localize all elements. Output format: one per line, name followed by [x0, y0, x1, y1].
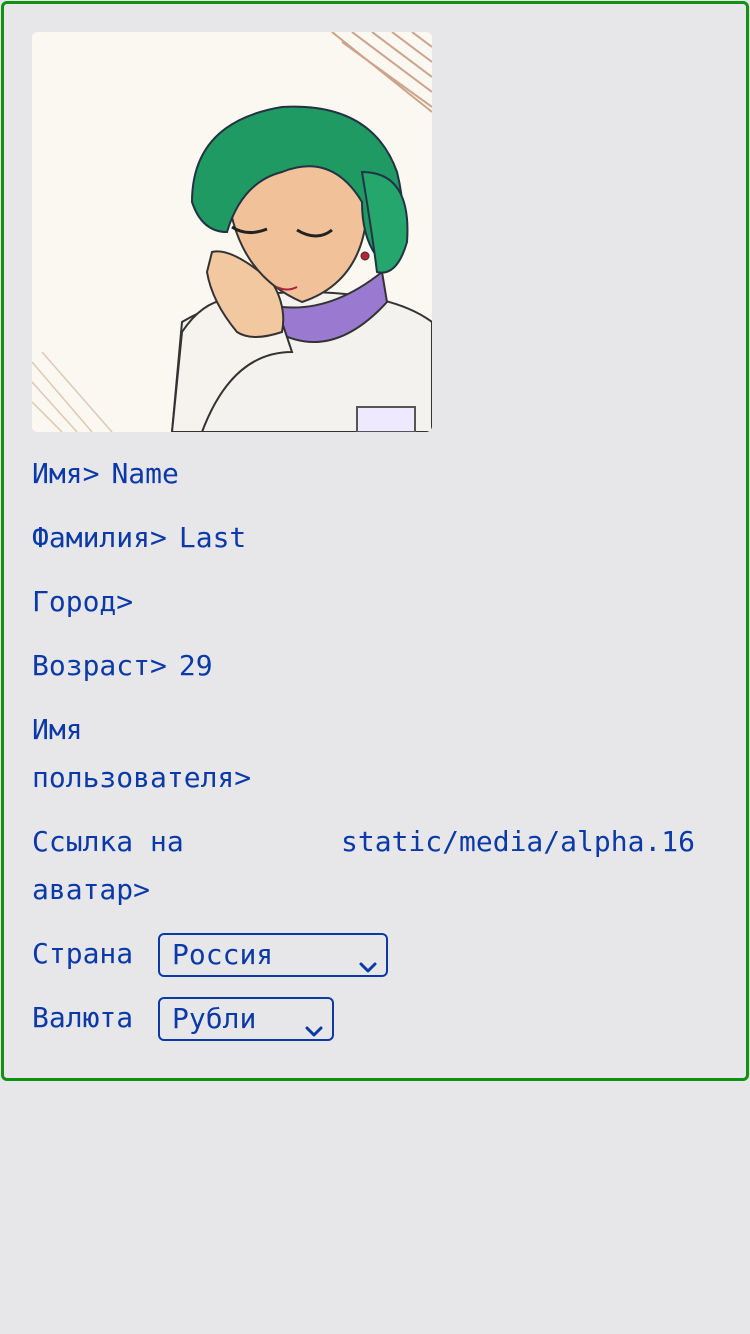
currency-label: Валюта — [32, 1001, 134, 1034]
chevron-down-icon — [304, 1011, 324, 1051]
currency-selected-value: Рубли — [172, 1002, 257, 1035]
first-name-row: Имя> Name — [32, 450, 179, 498]
country-row: Страна Россия — [32, 930, 389, 978]
first-name-label: Имя> — [32, 457, 100, 490]
age-row: Возраст> 29 — [32, 642, 213, 690]
avatar — [32, 32, 432, 432]
chevron-down-icon — [358, 947, 378, 987]
username-row: Имя пользователя> — [32, 706, 282, 802]
currency-select[interactable]: Рубли — [158, 997, 335, 1041]
last-name-label: Фамилия> — [32, 521, 167, 554]
country-label: Страна — [32, 937, 134, 970]
username-label: Имя пользователя> — [32, 713, 252, 794]
country-select[interactable]: Россия — [158, 933, 389, 977]
age-label: Возраст> — [32, 649, 167, 682]
age-value: 29 — [178, 649, 213, 682]
avatar-link-label: Ссылка на аватар> — [32, 825, 184, 906]
avatar-illustration — [32, 32, 432, 432]
avatar-link-value: static/media/alpha.16 — [341, 825, 696, 858]
last-name-row: Фамилия> Last — [32, 514, 246, 562]
country-selected-value: Россия — [172, 938, 274, 971]
avatar-link-row: Ссылка на аватар> — [32, 818, 232, 914]
currency-row: Валюта Рубли — [32, 994, 335, 1042]
first-name-value: Name — [111, 457, 179, 490]
city-label: Город> — [32, 585, 134, 618]
last-name-value: Last — [178, 521, 247, 554]
city-row: Город> — [32, 578, 145, 626]
